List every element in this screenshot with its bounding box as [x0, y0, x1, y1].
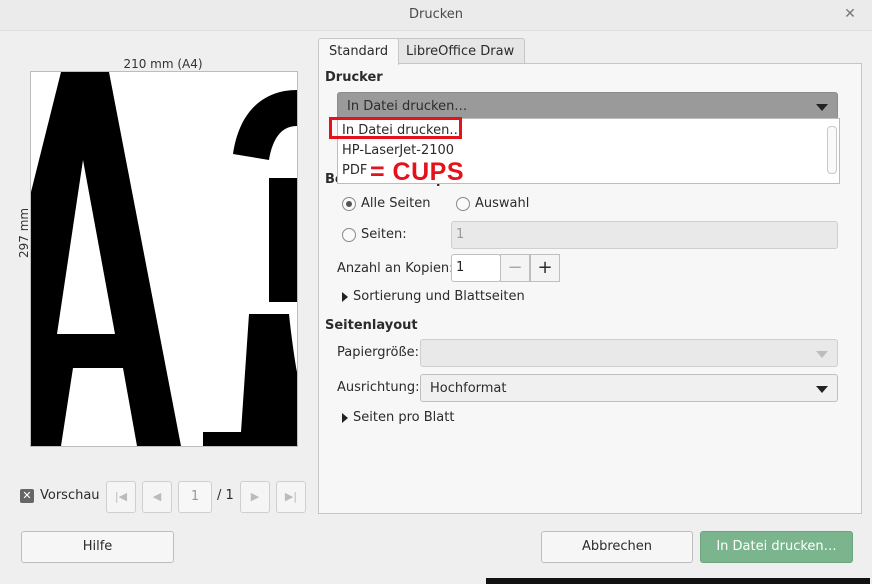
- preview-digit-3-middle: [269, 178, 297, 302]
- close-icon[interactable]: ✕: [842, 6, 858, 22]
- all-pages-radio[interactable]: [342, 197, 356, 211]
- cancel-button[interactable]: Abbrechen: [541, 531, 693, 563]
- printer-option-pdf[interactable]: PDF: [342, 161, 367, 181]
- pages-per-sheet-expander[interactable]: Seiten pro Blatt: [353, 410, 454, 425]
- window-title: Drucken: [408, 7, 464, 22]
- preview-checkbox[interactable]: ✕: [20, 489, 34, 503]
- help-button[interactable]: Hilfe: [21, 531, 174, 563]
- preview-height-label: 297 mm: [17, 207, 31, 258]
- dropdown-scrollbar[interactable]: [827, 126, 837, 174]
- decrement-button[interactable]: −: [500, 254, 530, 282]
- taskbar-edge: [486, 578, 870, 584]
- printer-select[interactable]: In Datei drucken…: [337, 92, 838, 120]
- printer-section-heading: Drucker: [325, 70, 383, 85]
- last-page-icon[interactable]: ▶|: [276, 481, 306, 513]
- prev-page-icon[interactable]: ◀: [142, 481, 172, 513]
- preview-letter-a: [31, 72, 181, 446]
- paper-size-select[interactable]: [420, 339, 838, 367]
- annotation-cups: = CUPS: [370, 158, 465, 186]
- title-bar: Drucken ✕: [0, 0, 872, 31]
- page-number-input[interactable]: 1: [178, 481, 212, 513]
- preview-digit-3-bottom: [203, 314, 297, 446]
- print-button[interactable]: In Datei drucken…: [700, 531, 853, 563]
- preview-digit-3-top: [233, 90, 297, 160]
- selection-label: Auswahl: [475, 196, 530, 211]
- pages-input[interactable]: 1: [451, 221, 838, 249]
- tab-standard[interactable]: Standard: [318, 38, 400, 65]
- selection-radio[interactable]: [456, 197, 470, 211]
- preview-checkbox-label: Vorschau: [40, 488, 100, 503]
- next-page-icon[interactable]: ▶: [240, 481, 270, 513]
- first-page-icon[interactable]: |◀: [106, 481, 136, 513]
- tab-libreoffice-draw[interactable]: LibreOffice Draw: [395, 38, 526, 64]
- preview-glyphs: [31, 72, 297, 446]
- paper-size-label: Papiergröße:: [337, 345, 420, 360]
- chevron-down-icon: [816, 104, 828, 111]
- copies-input[interactable]: 1: [451, 254, 501, 282]
- page-total-label: / 1: [217, 488, 234, 503]
- copies-label: Anzahl an Kopien:: [337, 261, 454, 276]
- collate-expander[interactable]: Sortierung und Blattseiten: [353, 289, 525, 304]
- printer-select-value: In Datei drucken…: [347, 99, 468, 114]
- orientation-value: Hochformat: [430, 381, 507, 396]
- all-pages-label: Alle Seiten: [361, 196, 431, 211]
- expand-pages-per-sheet-icon[interactable]: [342, 413, 348, 423]
- increment-button[interactable]: +: [530, 254, 560, 282]
- layout-section-heading: Seitenlayout: [325, 318, 418, 333]
- orientation-select[interactable]: Hochformat: [420, 374, 838, 402]
- chevron-down-icon: [816, 351, 828, 358]
- pages-label: Seiten:: [361, 227, 407, 242]
- chevron-down-icon: [816, 386, 828, 393]
- pages-radio[interactable]: [342, 228, 356, 242]
- expand-collate-icon[interactable]: [342, 292, 348, 302]
- printer-option-file[interactable]: In Datei drucken…: [342, 121, 462, 141]
- preview-width-label: 210 mm (A4): [123, 57, 203, 71]
- orientation-label: Ausrichtung:: [337, 380, 420, 395]
- page-preview: A3: [30, 71, 298, 447]
